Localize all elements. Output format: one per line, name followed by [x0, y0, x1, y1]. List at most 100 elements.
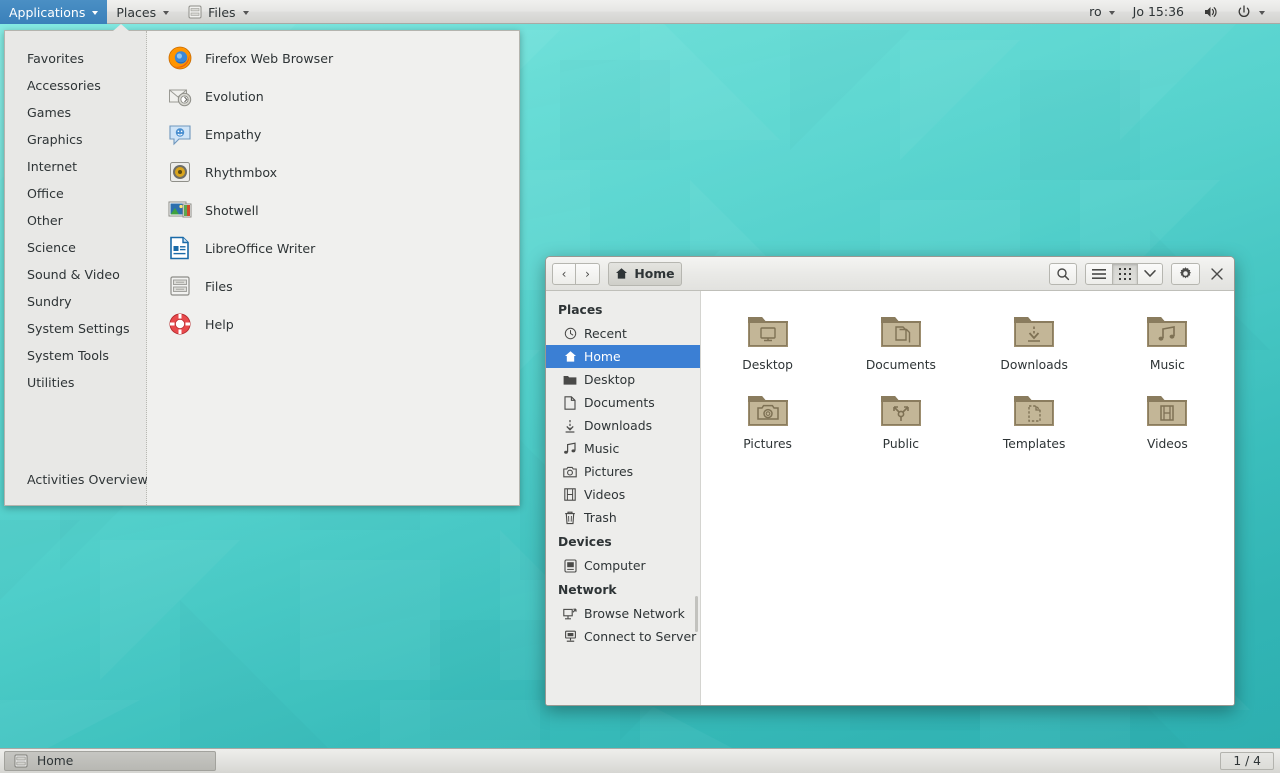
file-grid: Desktop Documents Downloads Music Pictur… [701, 309, 1234, 451]
applications-menu-button[interactable]: Applications [0, 0, 108, 24]
sidebar-item-label: Music [584, 441, 620, 456]
file-item-templates[interactable]: Templates [968, 388, 1101, 451]
menu-category-label: Office [27, 186, 64, 201]
menu-category-item[interactable]: Games [5, 99, 146, 126]
search-button[interactable] [1049, 262, 1077, 285]
app-item-empathy[interactable]: Empathy [147, 115, 519, 153]
file-item-music[interactable]: Music [1101, 309, 1234, 372]
rhythmbox-icon [167, 159, 193, 185]
sidebar-item-connect-to-server[interactable]: Connect to Server [546, 625, 700, 648]
close-button[interactable] [1206, 263, 1228, 285]
sidebar-item-pictures[interactable]: Pictures [546, 460, 700, 483]
app-item-shotwell[interactable]: Shotwell [147, 191, 519, 229]
navigation-buttons: ‹ › [552, 262, 600, 285]
files-window: ‹ › Home Places Recent Home Desktop Docu… [545, 256, 1235, 706]
sidebar-item-home[interactable]: Home [546, 345, 700, 368]
file-item-downloads[interactable]: Downloads [968, 309, 1101, 372]
sidebar-item-music[interactable]: Music [546, 437, 700, 460]
files-window-body: Places Recent Home Desktop Documents Dow… [546, 291, 1234, 705]
category-spacer [5, 396, 146, 466]
menu-category-item[interactable]: Sound & Video [5, 261, 146, 288]
panel-spacer [258, 0, 1081, 23]
menu-category-item[interactable]: System Settings [5, 315, 146, 342]
app-label: Evolution [205, 88, 264, 104]
downloads-folder-icon [1011, 309, 1057, 351]
window-menu-button[interactable]: Files [178, 0, 257, 24]
public-folder-icon [878, 388, 924, 430]
sidebar-item-trash[interactable]: Trash [546, 506, 700, 529]
list-view-button[interactable] [1085, 262, 1113, 285]
power-menu-button[interactable] [1227, 0, 1274, 24]
menu-category-item[interactable]: Science [5, 234, 146, 261]
menu-category-item[interactable]: Sundry [5, 288, 146, 315]
workspace-switcher[interactable]: 1 / 4 [1220, 752, 1274, 770]
shotwell-icon [167, 197, 193, 223]
taskbar-item-home[interactable]: Home [4, 751, 216, 771]
sidebar-scrollbar[interactable] [695, 596, 698, 632]
sidebar-item-documents[interactable]: Documents [546, 391, 700, 414]
files-window-header: ‹ › Home [546, 257, 1234, 291]
sidebar-item-downloads[interactable]: Downloads [546, 414, 700, 437]
app-item-evolution[interactable]: Evolution [147, 77, 519, 115]
help-icon [167, 311, 193, 337]
app-item-rhythmbox[interactable]: Rhythmbox [147, 153, 519, 191]
activities-overview-item[interactable]: Activities Overview [5, 466, 148, 505]
menu-category-item[interactable]: Other [5, 207, 146, 234]
forward-icon: › [585, 266, 590, 281]
places-menu-button[interactable]: Places [107, 0, 178, 24]
back-button[interactable]: ‹ [552, 262, 576, 285]
menu-category-item[interactable]: Office [5, 180, 146, 207]
file-item-videos[interactable]: Videos [1101, 388, 1234, 451]
menu-category-item[interactable]: Graphics [5, 126, 146, 153]
grid-view-icon [1119, 267, 1131, 280]
file-item-desktop[interactable]: Desktop [701, 309, 834, 372]
top-panel: Applications Places Files ro Jo 15:36 [0, 0, 1280, 24]
forward-button[interactable]: › [576, 262, 600, 285]
close-icon [1211, 267, 1223, 280]
list-view-icon [1092, 268, 1106, 280]
sidebar-item-label: Connect to Server [584, 629, 697, 644]
clock-button[interactable]: Jo 15:36 [1124, 0, 1193, 24]
sidebar-item-label: Downloads [584, 418, 653, 433]
sidebar-item-desktop[interactable]: Desktop [546, 368, 700, 391]
view-mode-buttons [1085, 262, 1163, 285]
menu-category-label: Games [27, 105, 72, 120]
sidebar-item-recent[interactable]: Recent [546, 322, 700, 345]
menu-category-item[interactable]: Accessories [5, 72, 146, 99]
menu-category-item[interactable]: Internet [5, 153, 146, 180]
menu-category-label: Graphics [27, 132, 83, 147]
file-label: Downloads [1000, 358, 1068, 372]
libreoffice-writer-icon [167, 235, 193, 261]
sidebar-item-videos[interactable]: Videos [546, 483, 700, 506]
menu-category-item[interactable]: Utilities [5, 369, 146, 396]
file-item-documents[interactable]: Documents [834, 309, 967, 372]
app-item-firefox[interactable]: Firefox Web Browser [147, 39, 519, 77]
app-label: Help [205, 316, 234, 332]
file-item-public[interactable]: Public [834, 388, 967, 451]
app-label: Firefox Web Browser [205, 50, 334, 66]
sidebar-item-browse-network[interactable]: Browse Network [546, 602, 700, 625]
view-options-button[interactable] [1138, 262, 1163, 285]
app-item-libreoffice-writer[interactable]: LibreOffice Writer [147, 229, 519, 267]
file-item-pictures[interactable]: Pictures [701, 388, 834, 451]
sidebar-item-label: Browse Network [584, 606, 685, 621]
settings-button[interactable] [1171, 262, 1200, 285]
music-folder-icon [1144, 309, 1190, 351]
power-icon [1236, 4, 1252, 20]
menu-category-item[interactable]: System Tools [5, 342, 146, 369]
chevron-down-icon [92, 11, 99, 15]
app-item-files[interactable]: Files [147, 267, 519, 305]
panel-status-area: ro Jo 15:36 [1080, 0, 1280, 23]
app-item-help[interactable]: Help [147, 305, 519, 343]
download-icon [563, 419, 577, 433]
file-view-area[interactable]: Desktop Documents Downloads Music Pictur… [701, 291, 1234, 705]
keyboard-layout-button[interactable]: ro [1080, 0, 1124, 24]
sidebar-item-computer[interactable]: Computer [546, 554, 700, 577]
pathbar-home-button[interactable]: Home [608, 261, 682, 286]
menu-category-item[interactable]: Favorites [5, 45, 146, 72]
volume-button[interactable] [1193, 0, 1227, 24]
home-icon [563, 350, 577, 364]
files-icon [13, 753, 29, 769]
grid-view-button[interactable] [1113, 262, 1138, 285]
chevron-down-icon [163, 11, 170, 15]
